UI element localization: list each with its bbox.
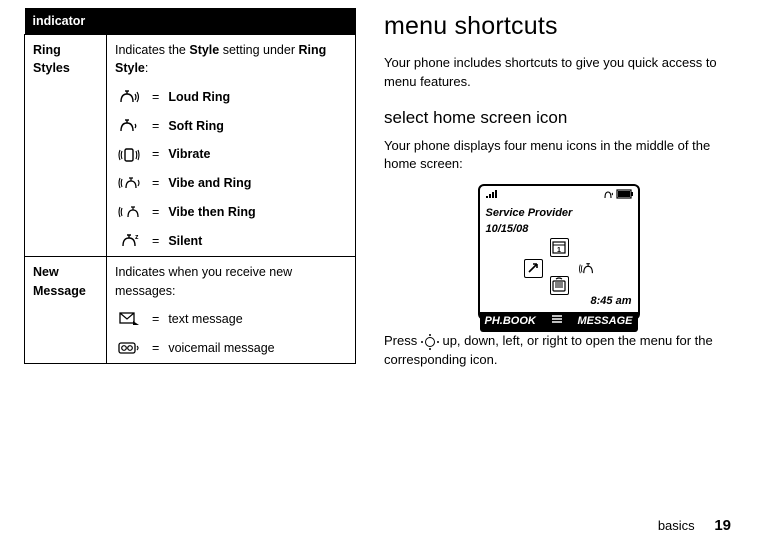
equals: = xyxy=(149,203,162,221)
msg-intro: Indicates when you receive new messages: xyxy=(115,265,292,297)
sub-paragraph: Your phone displays four menu icons in t… xyxy=(384,137,733,175)
phone-date: 10/15/08 xyxy=(480,222,638,238)
table-row: Ring Styles Indicates the Style setting … xyxy=(25,35,356,257)
indicator-name: Vibe then Ring xyxy=(168,203,255,221)
txt: Press xyxy=(384,333,421,348)
svg-text:1: 1 xyxy=(557,247,561,254)
indicator-item: = Loud Ring xyxy=(115,87,347,106)
menu-icon xyxy=(551,314,563,330)
txt: : xyxy=(145,61,148,75)
ring-intro: Indicates the Style setting under Ring S… xyxy=(115,43,326,75)
txt: setting under xyxy=(219,43,298,57)
page-footer: basics 19 xyxy=(658,515,731,537)
signal-icon xyxy=(485,189,499,205)
intro-paragraph: Your phone includes shortcuts to give yo… xyxy=(384,54,733,92)
vibrate-icon xyxy=(115,145,143,164)
svg-text:z: z xyxy=(135,234,139,241)
ring-styles-label: Ring Styles xyxy=(25,35,107,257)
silent-icon: z xyxy=(115,232,143,251)
style-word: Style xyxy=(189,43,219,57)
phone-icon-grid: 1 xyxy=(480,238,638,294)
shortcut-icon xyxy=(524,259,543,278)
equals: = xyxy=(149,232,162,250)
vibe-and-ring-icon xyxy=(115,174,143,193)
indicator-table: indicator Ring Styles Indicates the Styl… xyxy=(24,8,356,364)
phone-status-bar xyxy=(480,186,638,206)
indicator-table-column: indicator Ring Styles Indicates the Styl… xyxy=(24,8,356,378)
indicator-name: Silent xyxy=(168,232,202,250)
indicator-name: Soft Ring xyxy=(168,117,224,135)
indicator-name: Vibe and Ring xyxy=(168,174,251,192)
right-column: menu shortcuts Your phone includes short… xyxy=(384,8,733,378)
indicator-name: voicemail message xyxy=(168,339,274,357)
ring-style-menu-icon xyxy=(576,259,595,278)
new-message-label: New Message xyxy=(25,257,107,364)
service-provider: Service Provider xyxy=(480,206,638,222)
status-right xyxy=(603,189,633,205)
equals: = xyxy=(149,145,162,163)
equals: = xyxy=(149,339,162,357)
indicator-item: = Vibrate xyxy=(115,145,347,164)
voicemail-message-icon xyxy=(115,339,143,358)
navigation-key-icon xyxy=(421,335,439,349)
indicator-item: = Vibe then Ring xyxy=(115,203,347,222)
soft-ring-icon xyxy=(115,116,143,135)
loud-ring-icon xyxy=(115,87,143,106)
indicator-item: = text message xyxy=(115,310,347,329)
recent-calls-icon xyxy=(550,276,569,295)
text-message-icon xyxy=(115,310,143,329)
footer-section: basics xyxy=(658,518,695,533)
equals: = xyxy=(149,174,162,192)
indicator-item: z = Silent xyxy=(115,232,347,251)
equals: = xyxy=(149,88,162,106)
indicator-name: text message xyxy=(168,310,242,328)
equals: = xyxy=(149,310,162,328)
txt: Indicates the xyxy=(115,43,189,57)
page-title: menu shortcuts xyxy=(384,8,733,44)
indicator-item: = voicemail message xyxy=(115,339,347,358)
softkey-right: MESSAGE xyxy=(577,314,632,330)
calendar-icon: 1 xyxy=(550,238,569,257)
softkey-left: PH.BOOK xyxy=(485,314,536,330)
equals: = xyxy=(149,117,162,135)
phone-screen-illustration: Service Provider 10/15/08 1 8:45 am PH.B… xyxy=(478,184,640,320)
table-header: indicator xyxy=(25,8,356,35)
indicator-name: Loud Ring xyxy=(168,88,230,106)
indicator-item: = Soft Ring xyxy=(115,116,347,135)
indicator-name: Vibrate xyxy=(168,145,210,163)
new-message-desc: Indicates when you receive new messages:… xyxy=(107,257,356,364)
subheading: select home screen icon xyxy=(384,106,733,131)
indicator-item: = Vibe and Ring xyxy=(115,174,347,193)
vibe-then-ring-icon xyxy=(115,203,143,222)
page-number: 19 xyxy=(714,517,731,534)
phone-time: 8:45 am xyxy=(480,294,638,312)
ring-styles-desc: Indicates the Style setting under Ring S… xyxy=(107,35,356,257)
table-row: New Message Indicates when you receive n… xyxy=(25,257,356,364)
press-instruction: Press up, down, left, or right to open t… xyxy=(384,332,733,370)
phone-softkey-bar: PH.BOOK MESSAGE xyxy=(480,312,638,332)
